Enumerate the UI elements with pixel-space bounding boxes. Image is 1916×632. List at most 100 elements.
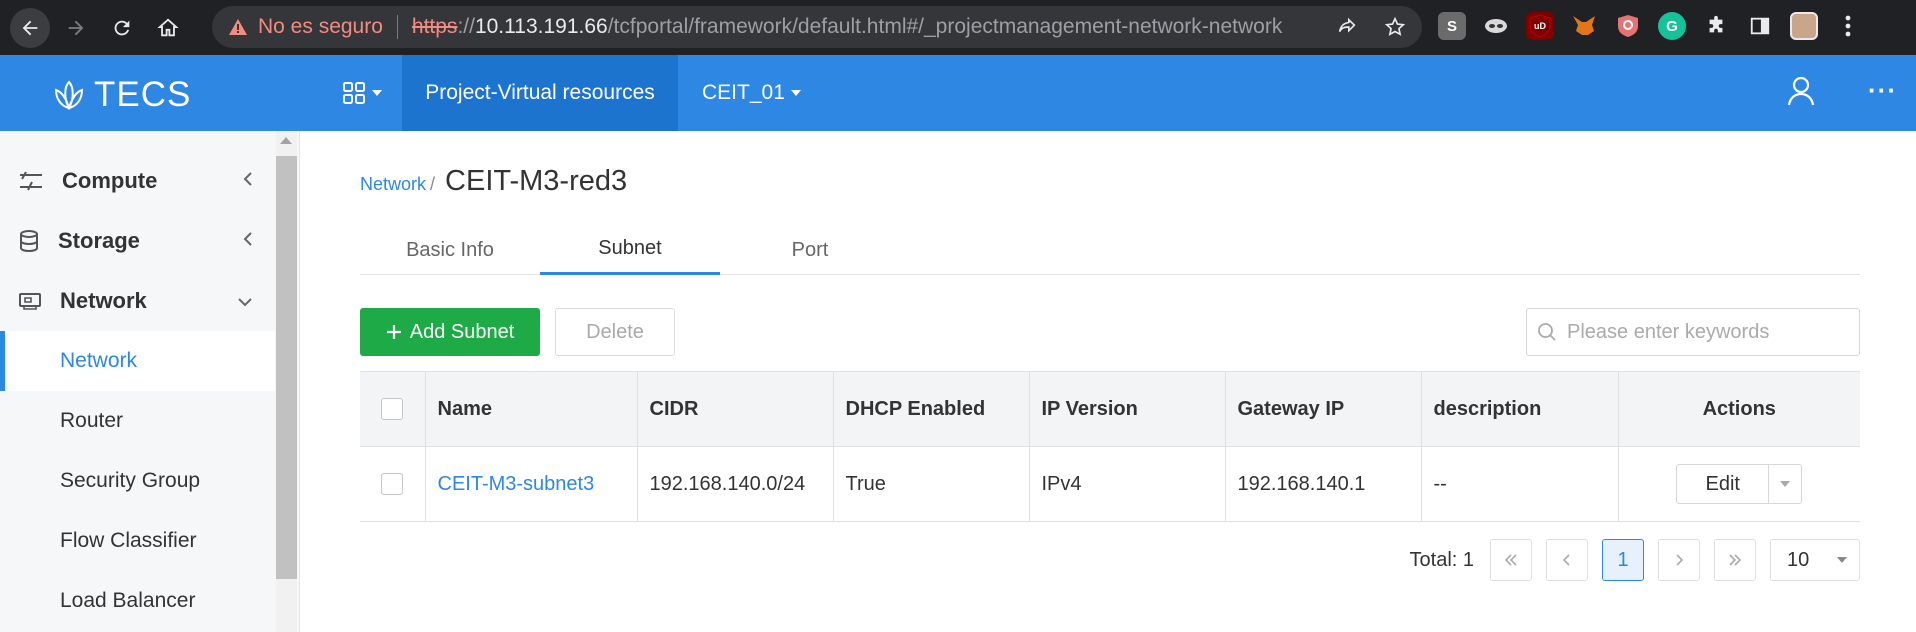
breadcrumb-network-link[interactable]: Network (360, 174, 426, 195)
back-button[interactable] (10, 7, 50, 48)
page-size-value: 10 (1787, 548, 1810, 571)
user-icon (1787, 76, 1815, 106)
metamask-fox-icon[interactable] (1570, 12, 1598, 40)
cell-cidr: 192.168.140.0/24 (636, 446, 833, 522)
arrow-left-icon (22, 20, 38, 35)
sidebar-subitem-flow-classifier[interactable]: Flow Classifier (0, 511, 275, 571)
url-path: /tcfportal/framework/default.html#/_proj… (607, 15, 1283, 38)
svg-text:uD: uD (1534, 21, 1546, 31)
column-header-dhcp[interactable]: DHCP Enabled (832, 371, 1030, 447)
more-options-button[interactable]: ··· (1868, 75, 1897, 106)
url-scheme-sep: :// (457, 15, 475, 38)
cell-dhcp: True (832, 446, 1029, 522)
cell-description: -- (1420, 446, 1618, 522)
edit-button[interactable]: Edit (1677, 465, 1770, 503)
profile-avatar[interactable] (1790, 12, 1818, 40)
lotus-logo-icon (54, 80, 84, 111)
security-warning[interactable]: No es seguro (228, 15, 383, 39)
tab-subnet[interactable]: Subnet (540, 225, 720, 275)
arrow-right-icon (68, 20, 84, 35)
chevron-left-icon (243, 171, 253, 192)
page-title: CEIT-M3-red3 (445, 165, 628, 197)
chrome-menu-icon[interactable] (1834, 12, 1862, 40)
tab-port[interactable]: Port (720, 225, 900, 275)
add-subnet-label: Add Subnet (409, 320, 515, 343)
sidebar-scrollbar[interactable] (276, 131, 297, 632)
scroll-up-arrow[interactable] (280, 137, 292, 144)
column-header-gateway-ip[interactable]: Gateway IP (1224, 371, 1422, 447)
sidebar-item-network[interactable]: Network (0, 271, 275, 331)
sidebar: Compute Storage Network Network Router S… (0, 131, 300, 632)
double-chevron-left-icon (1504, 554, 1517, 566)
column-header-ip-version[interactable]: IP Version (1028, 371, 1226, 447)
table-header-row: Name CIDR DHCP Enabled IP Version Gatewa… (360, 371, 1860, 447)
breadcrumb: Network / CEIT-M3-red3 (360, 165, 627, 198)
detail-tabs: Basic Info Subnet Port (360, 225, 1860, 275)
next-page-button[interactable] (1658, 539, 1700, 581)
sidebar-item-compute[interactable]: Compute (0, 151, 275, 211)
shield-extension-icon[interactable] (1614, 12, 1642, 40)
home-button[interactable] (148, 8, 188, 48)
puzzle-icon[interactable] (1702, 12, 1730, 40)
subnet-name-link[interactable]: CEIT-M3-subnet3 (438, 473, 595, 495)
select-all-checkbox[interactable] (381, 398, 404, 421)
ublock-icon[interactable]: uD (1526, 12, 1554, 40)
last-page-button[interactable] (1714, 539, 1756, 581)
url-host: 10.113.191.66 (474, 15, 608, 38)
sidebar-item-storage[interactable]: Storage (0, 211, 275, 271)
first-page-button[interactable] (1490, 539, 1532, 581)
forward-button[interactable] (56, 8, 96, 48)
app-grid-menu[interactable] (322, 55, 402, 131)
prev-page-button[interactable] (1546, 539, 1588, 581)
breadcrumb-separator: / (430, 174, 436, 194)
double-chevron-right-icon (1729, 554, 1742, 566)
tenant-label: CEIT_01 (702, 81, 785, 104)
scrollbar-thumb[interactable] (276, 156, 297, 579)
sidebar-item-label: Network (60, 288, 147, 313)
raccoon-extension-icon[interactable] (1482, 12, 1510, 40)
tenant-dropdown[interactable]: CEIT_01 (702, 55, 801, 131)
side-panel-icon[interactable] (1746, 12, 1774, 40)
caret-down-icon (372, 90, 382, 96)
search-icon (1538, 323, 1556, 341)
cell-actions: Edit (1617, 446, 1860, 522)
tab-basic-info[interactable]: Basic Info (360, 225, 540, 275)
reload-button[interactable] (102, 8, 142, 48)
page-number-button[interactable]: 1 (1602, 539, 1644, 581)
cell-gateway-ip: 192.168.140.1 (1224, 446, 1421, 522)
delete-button[interactable]: Delete (555, 308, 675, 356)
user-button[interactable] (1786, 75, 1816, 112)
sidebar-subitem-network[interactable]: Network (0, 331, 275, 391)
project-menu[interactable]: Project-Virtual resources (402, 55, 678, 131)
sidebar-subitem-load-balancer[interactable]: Load Balancer (0, 571, 275, 631)
page-size-select[interactable]: 10 (1770, 539, 1860, 581)
pagination-total: Total: 1 (1409, 548, 1474, 571)
database-icon (20, 230, 38, 253)
add-subnet-button[interactable]: Add Subnet (360, 308, 540, 356)
url-scheme: https (411, 15, 458, 38)
column-header-description[interactable]: description (1420, 371, 1619, 447)
subnet-table: Name CIDR DHCP Enabled IP Version Gatewa… (360, 371, 1860, 522)
bookmark-star-icon[interactable] (1384, 16, 1406, 38)
tecs-logo[interactable]: TECS (52, 75, 191, 115)
sidebar-subitem-router[interactable]: Router (0, 391, 275, 451)
chevron-right-icon (1676, 554, 1683, 566)
column-header-cidr[interactable]: CIDR (636, 371, 834, 447)
s-extension-icon[interactable]: S (1438, 12, 1466, 40)
plus-icon (386, 325, 401, 339)
sidebar-subitem-security-group[interactable]: Security Group (0, 451, 275, 511)
search-input[interactable] (1567, 320, 1847, 344)
address-bar[interactable]: No es seguro https://10.113.191.66/tcfpo… (212, 6, 1422, 48)
column-header-actions: Actions (1617, 371, 1860, 447)
browser-toolbar: No es seguro https://10.113.191.66/tcfpo… (0, 0, 1916, 55)
edit-dropdown-toggle[interactable] (1769, 465, 1801, 503)
caret-down-icon (1837, 557, 1847, 563)
table-row: CEIT-M3-subnet3 192.168.140.0/24 True IP… (360, 446, 1860, 522)
row-checkbox[interactable] (381, 473, 404, 496)
search-box[interactable] (1526, 308, 1860, 356)
security-warning-text: No es seguro (258, 15, 383, 38)
column-header-name[interactable]: Name (424, 371, 638, 447)
home-icon (157, 18, 179, 36)
share-icon[interactable] (1336, 16, 1358, 38)
grammarly-icon[interactable]: G (1658, 12, 1686, 40)
